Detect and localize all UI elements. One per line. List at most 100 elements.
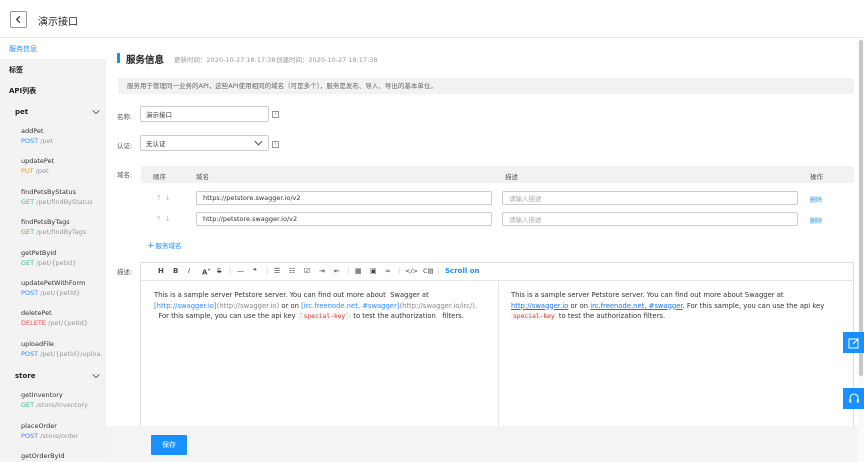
api-path: /pet/{petId} bbox=[48, 319, 89, 328]
auth-label: 认证: bbox=[117, 142, 133, 150]
heading-button[interactable]: H bbox=[158, 267, 164, 275]
toolbar-divider: | bbox=[229, 267, 232, 275]
api-name: updatePetWithForm bbox=[21, 278, 86, 287]
editor-preview: This is a sample server Petstore server.… bbox=[511, 291, 825, 320]
sidebar-group-pet[interactable]: pet bbox=[0, 101, 106, 122]
section-title: 服务信息 bbox=[126, 55, 165, 66]
link-icon[interactable]: ∞ bbox=[385, 267, 391, 275]
api-item-updatepetwithform[interactable]: updatePetWithForm POST /pet/{petId} bbox=[0, 274, 106, 304]
code-icon[interactable]: </> bbox=[405, 267, 418, 275]
delete-link[interactable]: 删除 bbox=[810, 195, 822, 204]
api-path: /pet/findByStatus bbox=[36, 197, 93, 206]
italic-button[interactable]: I bbox=[188, 267, 190, 275]
sidebar-item-tags[interactable]: 标签 bbox=[0, 59, 106, 80]
reorder-arrows-icon[interactable]: ↑↓ bbox=[156, 215, 174, 223]
desc-label: 描述: bbox=[117, 268, 133, 276]
info-banner: 服务用于管理同一业务的API，这些API使用相同的域名（可是多个），服务是发布、… bbox=[118, 78, 854, 94]
support-float-button[interactable] bbox=[843, 388, 864, 409]
api-item-placeorder[interactable]: placeOrder POST /store/order bbox=[0, 417, 106, 447]
name-input[interactable]: 演示接口 bbox=[140, 106, 269, 122]
indent-icon[interactable]: ⇥ bbox=[319, 267, 325, 275]
chevron-down-icon bbox=[92, 109, 100, 114]
table-row: ↑↓ https://petstore.swagger.io/v2 请输入描述 … bbox=[141, 188, 854, 209]
sidebar-item-api-list[interactable]: API列表 bbox=[0, 80, 106, 101]
api-name: getPetById bbox=[21, 248, 57, 257]
info-icon[interactable]: i bbox=[272, 141, 279, 148]
api-name: findPetsByTags bbox=[21, 218, 70, 227]
edit-float-button[interactable] bbox=[843, 332, 864, 353]
main-content: 服务信息 更新时间：2020-10-27 18:17:38 创建时间：2020-… bbox=[106, 38, 858, 462]
swagger-link[interactable]: http://swagger.io bbox=[511, 302, 568, 310]
inline-code: `special-key` bbox=[297, 313, 352, 320]
api-item-findpetsbytags[interactable]: findPetsByTags GET /pet/findByTags bbox=[0, 213, 106, 243]
inline-code: special-key bbox=[511, 313, 557, 320]
sidebar-group-store[interactable]: store bbox=[0, 365, 106, 386]
api-path: /pet/{petId} bbox=[40, 288, 81, 297]
method-badge: POST bbox=[21, 349, 39, 358]
reorder-arrows-icon[interactable]: ↑↓ bbox=[156, 194, 174, 202]
api-item-uploadfile[interactable]: uploadFile POST /pet/{petId}/uploa... bbox=[0, 335, 106, 365]
toolbar-divider: | bbox=[398, 267, 401, 275]
scrollbar-thumb[interactable] bbox=[859, 40, 863, 376]
chevron-down-icon bbox=[254, 140, 263, 146]
ordered-list-icon[interactable]: ☷ bbox=[289, 267, 295, 275]
api-item-getorderbyid[interactable]: getOrderById bbox=[0, 447, 106, 462]
add-domain-button[interactable]: +服务域名 bbox=[147, 240, 182, 251]
text-size-button[interactable]: A+ bbox=[202, 267, 211, 276]
scroll-sync-toggle[interactable]: Scroll on bbox=[445, 267, 479, 275]
created-time: 创建时间：2020-10-27 18:17:38 bbox=[276, 56, 378, 64]
delete-link[interactable]: 删除 bbox=[810, 216, 822, 225]
col-desc: 描述 bbox=[505, 173, 518, 181]
auth-select[interactable]: 无认证 bbox=[140, 135, 269, 151]
api-path: /pet bbox=[40, 137, 54, 145]
domain-label: 域名: bbox=[117, 171, 133, 179]
info-icon[interactable]: i bbox=[272, 111, 279, 118]
method-badge: GET bbox=[21, 197, 35, 206]
method-badge: PUT bbox=[21, 167, 34, 176]
sidebar-item-service-info[interactable]: 服务信息 bbox=[0, 38, 106, 59]
irc-link[interactable]: irc.freenode.net, #swagger bbox=[590, 302, 682, 310]
desc-input[interactable]: 请输入描述 bbox=[502, 212, 798, 226]
domain-input[interactable]: http://petstore.swagger.io/v2 bbox=[196, 212, 492, 226]
image-icon[interactable]: ▣ bbox=[370, 267, 377, 275]
quote-button[interactable]: ❝ bbox=[253, 267, 257, 275]
plus-icon: + bbox=[147, 241, 155, 251]
api-name: addPet bbox=[21, 127, 44, 135]
editor-toolbar: H B I A+ S | — ❝ | ☰ ☷ ☑ ⇥ ⇤ | ▦ ▣ ∞ | <… bbox=[141, 263, 853, 281]
method-badge: GET bbox=[21, 258, 35, 267]
method-badge: POST bbox=[21, 137, 39, 145]
api-item-deletepet[interactable]: deletePet DELETE /pet/{petId} bbox=[0, 304, 106, 334]
toolbar-divider: | bbox=[266, 267, 269, 275]
domain-input[interactable]: https://petstore.swagger.io/v2 bbox=[196, 191, 492, 205]
codeblock-icon[interactable]: C▤ bbox=[423, 267, 434, 275]
save-button[interactable]: 保存 bbox=[151, 435, 187, 455]
desc-input[interactable]: 请输入描述 bbox=[502, 191, 798, 205]
name-label: 名称: bbox=[117, 113, 133, 121]
table-icon[interactable]: ▦ bbox=[355, 267, 362, 275]
hr-button[interactable]: — bbox=[237, 267, 244, 275]
back-button[interactable] bbox=[10, 11, 27, 28]
api-item-getinventory[interactable]: getInventory GET /store/inventory bbox=[0, 386, 106, 416]
strikethrough-button[interactable]: S bbox=[217, 267, 221, 275]
group-label: store bbox=[15, 371, 36, 380]
method-badge: POST bbox=[21, 431, 39, 440]
api-item-getpetbyid[interactable]: getPetById GET /pet/{petId} bbox=[0, 244, 106, 274]
editor-source[interactable]: This is a sample server Petstore server.… bbox=[154, 290, 484, 323]
bold-button[interactable]: B bbox=[173, 267, 178, 275]
api-name: findPetsByStatus bbox=[21, 187, 76, 196]
api-name: getInventory bbox=[21, 391, 63, 400]
bullet-list-icon[interactable]: ☰ bbox=[274, 267, 280, 275]
api-name: updatePet bbox=[21, 157, 55, 166]
outdent-icon[interactable]: ⇤ bbox=[334, 267, 340, 275]
group-label: pet bbox=[15, 107, 29, 116]
api-item-findpetsbystatus[interactable]: findPetsByStatus GET /pet/findByStatus bbox=[0, 183, 106, 213]
api-path: /pet/findByTags bbox=[36, 228, 87, 237]
api-path: /store/inventory bbox=[36, 401, 88, 410]
api-item-addpet[interactable]: addPet POST /pet bbox=[0, 122, 106, 152]
checklist-icon[interactable]: ☑ bbox=[304, 267, 310, 275]
toolbar-divider: | bbox=[437, 267, 440, 275]
section-accent-bar bbox=[117, 53, 120, 63]
api-item-updatepet[interactable]: updatePet PUT /pet bbox=[0, 152, 106, 182]
api-path: /pet bbox=[35, 167, 49, 176]
headset-icon bbox=[848, 392, 859, 402]
